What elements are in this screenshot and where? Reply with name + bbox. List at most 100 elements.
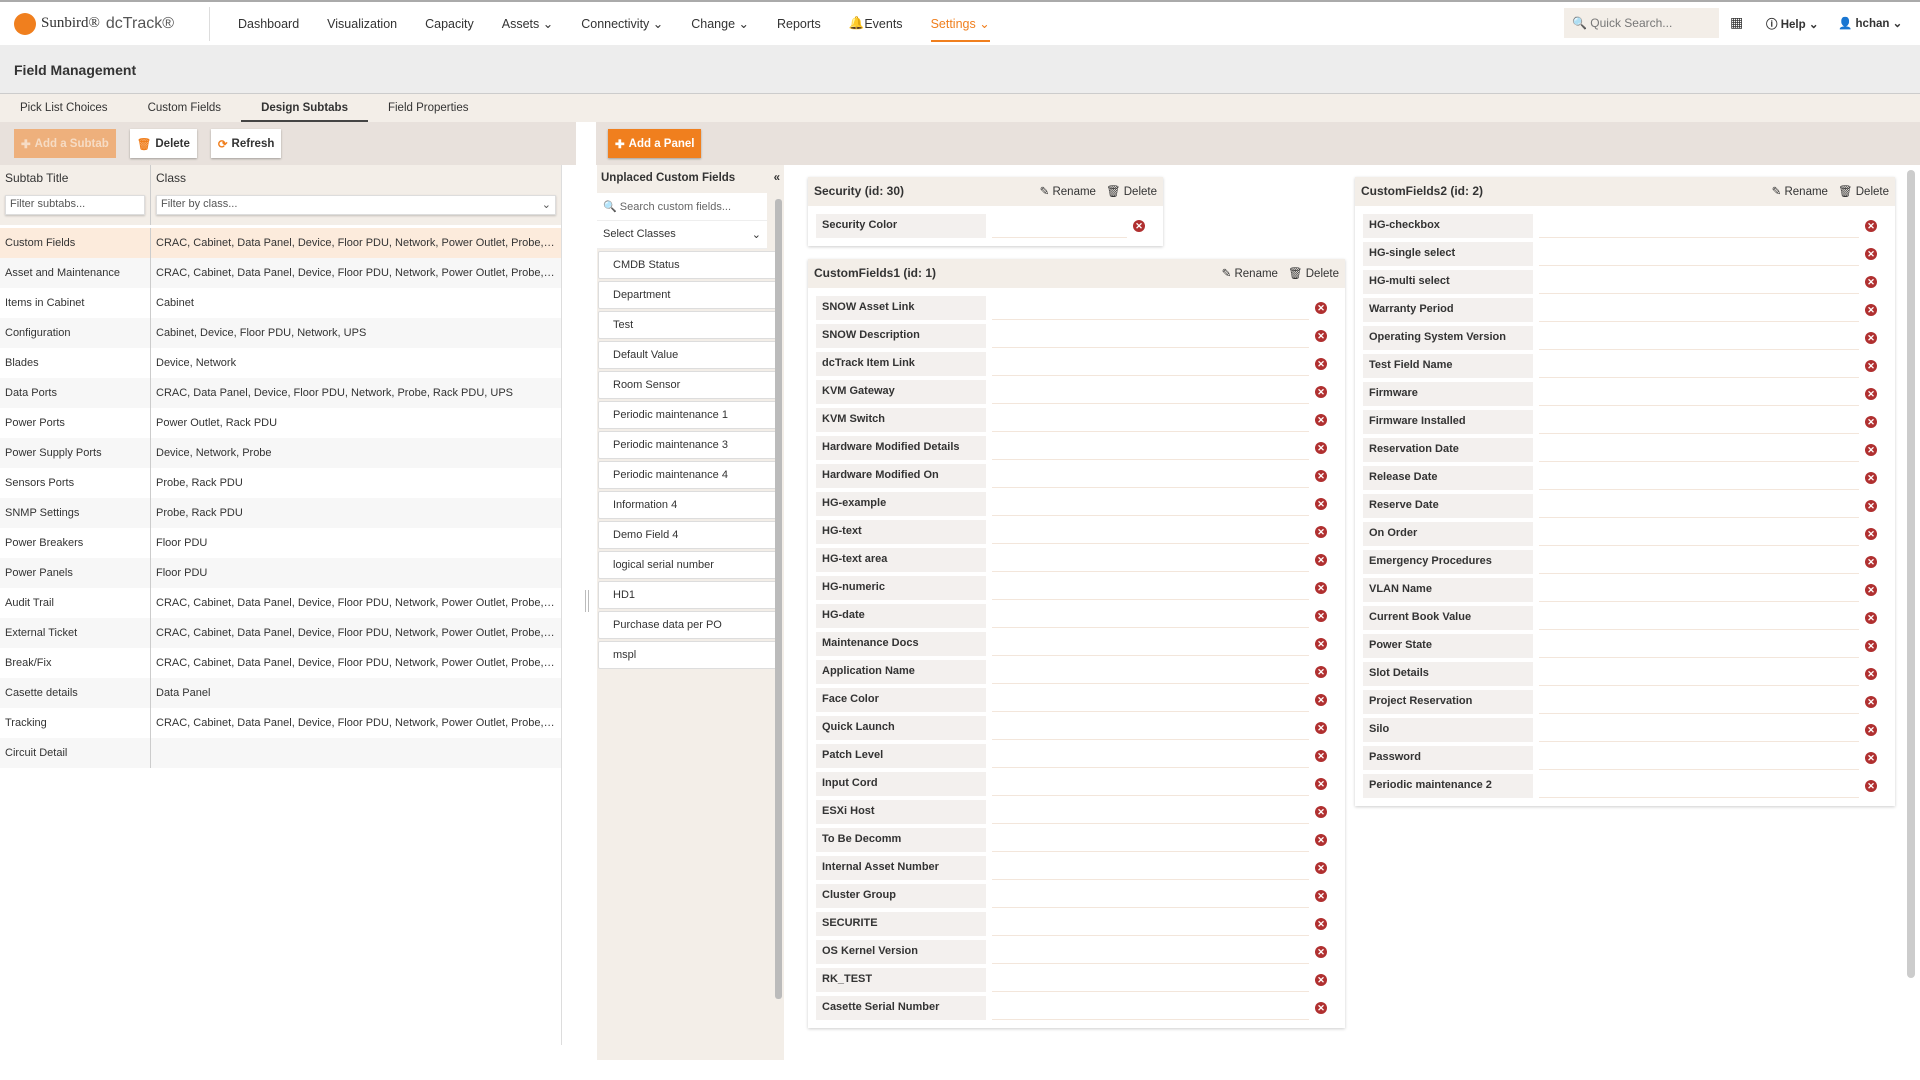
panel-field-row[interactable]: Operating System Version ✕	[1355, 324, 1895, 352]
panel-field-row[interactable]: SNOW Description ✕	[808, 322, 1345, 350]
remove-field-icon[interactable]: ✕	[1133, 220, 1145, 232]
remove-field-icon[interactable]: ✕	[1865, 668, 1877, 680]
remove-field-icon[interactable]: ✕	[1315, 750, 1327, 762]
unplaced-field-item[interactable]: Department	[598, 281, 778, 309]
filter-class-select[interactable]: Filter by class... ⌄	[156, 195, 556, 215]
unplaced-field-item[interactable]: mspl	[598, 641, 778, 669]
tab-pick-list-choices[interactable]: Pick List Choices	[0, 94, 128, 122]
remove-field-icon[interactable]: ✕	[1315, 946, 1327, 958]
panel-field-row[interactable]: Firmware Installed ✕	[1355, 408, 1895, 436]
remove-field-icon[interactable]: ✕	[1315, 414, 1327, 426]
remove-field-icon[interactable]: ✕	[1865, 248, 1877, 260]
delete-subtab-button[interactable]: 🗑 Delete	[129, 129, 197, 158]
remove-field-icon[interactable]: ✕	[1315, 610, 1327, 622]
panel-field-row[interactable]: Face Color ✕	[808, 686, 1345, 714]
nav-item-capacity[interactable]: Capacity	[425, 1, 474, 46]
panel-field-row[interactable]: Quick Launch ✕	[808, 714, 1345, 742]
remove-field-icon[interactable]: ✕	[1865, 556, 1877, 568]
panel-field-row[interactable]: dcTrack Item Link ✕	[808, 350, 1345, 378]
panel-field-row[interactable]: Maintenance Docs ✕	[808, 630, 1345, 658]
scrollbar[interactable]	[775, 199, 782, 999]
unplaced-field-item[interactable]: Default Value	[598, 341, 778, 369]
remove-field-icon[interactable]: ✕	[1315, 862, 1327, 874]
remove-field-icon[interactable]: ✕	[1865, 444, 1877, 456]
tab-design-subtabs[interactable]: Design Subtabs	[241, 94, 368, 122]
panel-field-row[interactable]: Test Field Name ✕	[1355, 352, 1895, 380]
select-classes-dropdown[interactable]: Select Classes ⌄	[597, 221, 767, 249]
nav-item-dashboard[interactable]: Dashboard	[238, 1, 299, 46]
column-header-title[interactable]: Subtab Title	[5, 171, 145, 185]
unplaced-field-item[interactable]: Demo Field 4	[598, 521, 778, 549]
remove-field-icon[interactable]: ✕	[1315, 918, 1327, 930]
panel-field-row[interactable]: Periodic maintenance 2 ✕	[1355, 772, 1895, 800]
panel-field-row[interactable]: HG-text ✕	[808, 518, 1345, 546]
rename-button[interactable]: ✎ Rename	[1772, 184, 1828, 199]
filter-subtabs-input[interactable]: Filter subtabs...	[5, 195, 145, 215]
panel-field-row[interactable]: Reservation Date ✕	[1355, 436, 1895, 464]
unplaced-field-item[interactable]: CMDB Status	[598, 251, 778, 279]
remove-field-icon[interactable]: ✕	[1315, 890, 1327, 902]
rename-button[interactable]: ✎ Rename	[1040, 184, 1096, 199]
remove-field-icon[interactable]: ✕	[1315, 778, 1327, 790]
remove-field-icon[interactable]: ✕	[1865, 724, 1877, 736]
nav-item-assets[interactable]: Assets ⌄	[502, 1, 553, 46]
user-menu[interactable]: 👤 hchan ⌄	[1838, 16, 1902, 30]
add-panel-button[interactable]: ✚ Add a Panel	[608, 129, 702, 158]
panel-field-row[interactable]: Application Name ✕	[808, 658, 1345, 686]
table-row[interactable]: Sensors Ports Probe, Rack PDU	[0, 468, 561, 498]
tab-field-properties[interactable]: Field Properties	[368, 94, 489, 122]
panel-field-row[interactable]: SECURITE ✕	[808, 910, 1345, 938]
panel-field-row[interactable]: Release Date ✕	[1355, 464, 1895, 492]
panel-field-row[interactable]: HG-example ✕	[808, 490, 1345, 518]
remove-field-icon[interactable]: ✕	[1315, 974, 1327, 986]
unplaced-field-item[interactable]: HD1	[598, 581, 778, 609]
panel-field-row[interactable]: Hardware Modified Details ✕	[808, 434, 1345, 462]
remove-field-icon[interactable]: ✕	[1865, 780, 1877, 792]
table-row[interactable]: Asset and Maintenance CRAC, Cabinet, Data…	[0, 258, 561, 288]
panel-field-row[interactable]: Hardware Modified On ✕	[808, 462, 1345, 490]
table-row[interactable]: SNMP Settings Probe, Rack PDU	[0, 498, 561, 528]
unplaced-field-item[interactable]: Purchase data per PO	[598, 611, 778, 639]
unplaced-field-item[interactable]: logical serial number	[598, 551, 778, 579]
panel-field-row[interactable]: Power State ✕	[1355, 632, 1895, 660]
panel-field-row[interactable]: RK_TEST ✕	[808, 966, 1345, 994]
remove-field-icon[interactable]: ✕	[1865, 276, 1877, 288]
remove-field-icon[interactable]: ✕	[1315, 694, 1327, 706]
remove-field-icon[interactable]: ✕	[1315, 834, 1327, 846]
panel-field-row[interactable]: Silo ✕	[1355, 716, 1895, 744]
calendar-icon[interactable]: ▦	[1730, 14, 1743, 31]
column-header-class[interactable]: Class	[156, 171, 556, 185]
remove-field-icon[interactable]: ✕	[1315, 666, 1327, 678]
table-row[interactable]: Power Ports Power Outlet, Rack PDU	[0, 408, 561, 438]
table-row[interactable]: Tracking CRAC, Cabinet, Data Panel, Devic…	[0, 708, 561, 738]
table-row[interactable]: Break/Fix CRAC, Cabinet, Data Panel, Devi…	[0, 648, 561, 678]
remove-field-icon[interactable]: ✕	[1865, 612, 1877, 624]
splitter-handle[interactable]	[585, 590, 589, 612]
panel-field-row[interactable]: Cluster Group ✕	[808, 882, 1345, 910]
panel-field-row[interactable]: Casette Serial Number ✕	[808, 994, 1345, 1022]
panel-field-row[interactable]: KVM Gateway ✕	[808, 378, 1345, 406]
remove-field-icon[interactable]: ✕	[1865, 640, 1877, 652]
table-row[interactable]: Casette details Data Panel	[0, 678, 561, 708]
remove-field-icon[interactable]: ✕	[1865, 304, 1877, 316]
unplaced-field-item[interactable]: Information 4	[598, 491, 778, 519]
table-row[interactable]: Blades Device, Network	[0, 348, 561, 378]
panel-field-row[interactable]: HG-text area ✕	[808, 546, 1345, 574]
panel-field-row[interactable]: SNOW Asset Link ✕	[808, 294, 1345, 322]
nav-item-connectivity[interactable]: Connectivity ⌄	[581, 1, 663, 46]
remove-field-icon[interactable]: ✕	[1315, 1002, 1327, 1014]
remove-field-icon[interactable]: ✕	[1865, 388, 1877, 400]
table-row[interactable]: Power Panels Floor PDU	[0, 558, 561, 588]
panel-field-row[interactable]: HG-checkbox ✕	[1355, 212, 1895, 240]
remove-field-icon[interactable]: ✕	[1865, 416, 1877, 428]
panel-field-row[interactable]: On Order ✕	[1355, 520, 1895, 548]
nav-item-events[interactable]: 🔔 Events	[849, 1, 903, 46]
remove-field-icon[interactable]: ✕	[1315, 358, 1327, 370]
panel-field-row[interactable]: Password ✕	[1355, 744, 1895, 772]
table-row[interactable]: Circuit Detail	[0, 738, 561, 768]
unplaced-field-item[interactable]: Room Sensor	[598, 371, 778, 399]
remove-field-icon[interactable]: ✕	[1315, 554, 1327, 566]
panel-field-row[interactable]: Firmware ✕	[1355, 380, 1895, 408]
unplaced-field-item[interactable]: Test	[598, 311, 778, 339]
panel-field-row[interactable]: OS Kernel Version ✕	[808, 938, 1345, 966]
